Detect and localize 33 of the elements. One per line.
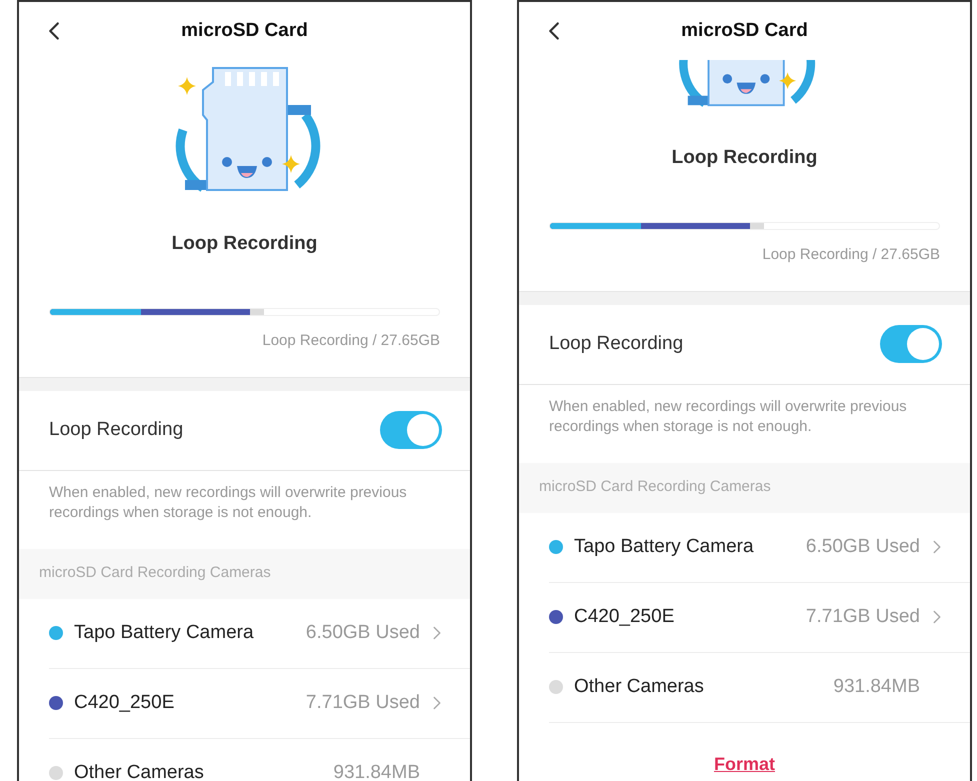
camera-name: Other Cameras — [574, 674, 704, 699]
format-link[interactable]: Format — [714, 750, 775, 778]
camera-row[interactable]: Tapo Battery Camera 6.50GB Used — [549, 512, 970, 582]
camera-row[interactable]: Tapo Battery Camera 6.50GB Used — [49, 598, 470, 668]
storage-caption: Loop Recording / 27.65GB — [262, 331, 440, 351]
camera-row[interactable]: Other Cameras 931.84MB — [549, 652, 970, 722]
toggle-switch[interactable] — [880, 325, 942, 363]
camera-name: C420_250E — [574, 604, 674, 629]
camera-usage: 7.71GB Used — [806, 604, 920, 629]
camera-name: C420_250E — [74, 690, 174, 715]
toggle-switch[interactable] — [380, 411, 442, 449]
storage-caption: Loop Recording / 27.65GB — [762, 245, 940, 265]
setting-label: Loop Recording — [549, 332, 684, 356]
screen-title: microSD Card — [181, 18, 308, 43]
camera-usage: 931.84MB — [333, 760, 420, 781]
setting-description: When enabled, new recordings will overwrite previous recordings when storage is not enough. — [549, 396, 908, 436]
section-header: microSD Card Recording Cameras — [39, 563, 271, 584]
camera-name: Tapo Battery Camera — [574, 534, 754, 559]
storage-title: Loop Recording — [670, 146, 818, 170]
setting-label: Loop Recording — [49, 418, 184, 442]
camera-usage: 6.50GB Used — [806, 534, 920, 559]
camera-usage: 931.84MB — [833, 674, 920, 699]
setting-description: When enabled, new recordings will overwrite previous recordings when storage is not enough. — [49, 482, 408, 522]
section-header: microSD Card Recording Cameras — [539, 477, 771, 498]
camera-name: Tapo Battery Camera — [74, 620, 254, 645]
camera-usage: 7.71GB Used — [306, 690, 420, 715]
camera-row[interactable]: C420_250E 7.71GB Used — [549, 582, 970, 652]
camera-row[interactable]: C420_250E 7.71GB Used — [49, 668, 470, 738]
camera-name: Other Cameras — [74, 760, 204, 781]
camera-usage: 6.50GB Used — [306, 620, 420, 645]
storage-title: Loop Recording — [170, 232, 318, 256]
camera-row[interactable]: Other Cameras 931.84MB — [49, 738, 470, 781]
screen-title: microSD Card — [681, 18, 808, 43]
